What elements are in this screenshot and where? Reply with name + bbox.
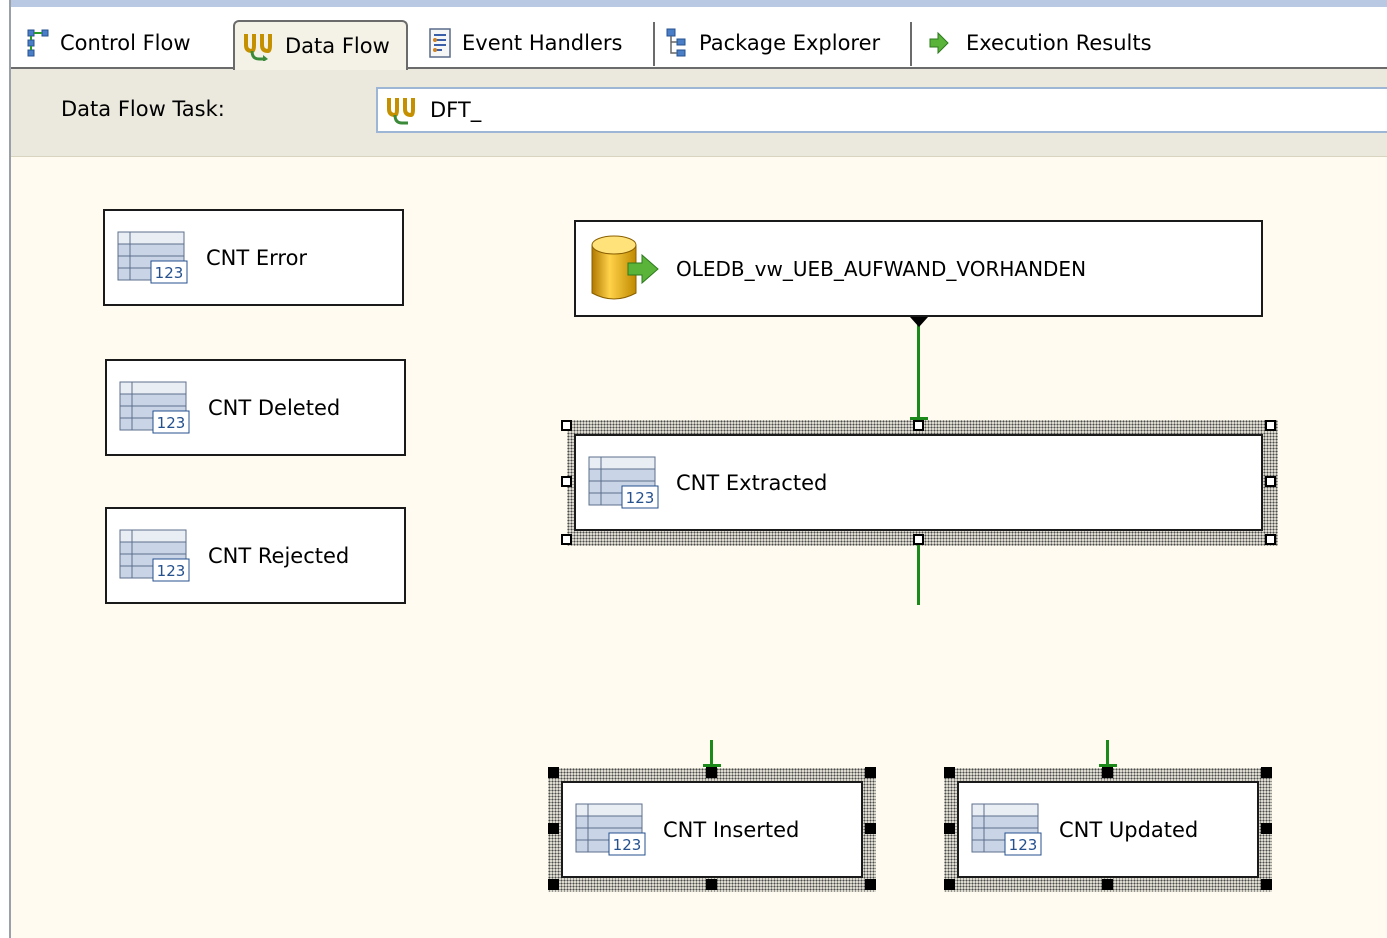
resize-handle[interactable] (865, 767, 876, 778)
tab-package-explorer[interactable]: Package Explorer (665, 20, 880, 66)
svg-text:123: 123 (157, 414, 186, 432)
resize-handle[interactable] (706, 767, 717, 778)
svg-text:123: 123 (626, 489, 655, 507)
data-path-connector[interactable] (917, 545, 920, 605)
package-explorer-icon (666, 28, 686, 57)
data-flow-task-icon (387, 98, 415, 125)
cnt-inserted-component[interactable]: 123 CNT Inserted (561, 781, 863, 878)
cnt-deleted-component[interactable]: 123 CNT Deleted (105, 359, 406, 456)
row-count-icon: 123 (588, 456, 659, 508)
resize-handle[interactable] (706, 879, 717, 890)
cnt-extracted-component[interactable]: 123 CNT Extracted (574, 434, 1263, 531)
cnt-updated-component[interactable]: 123 CNT Updated (957, 781, 1259, 878)
data-flow-task-select[interactable]: DFT_ (376, 87, 1387, 133)
designer-tab-strip: Control Flow Data Flow Event Handlers Pa… (11, 0, 1387, 70)
component-label: CNT Deleted (208, 395, 341, 420)
data-flow-task-value: DFT_ (430, 98, 482, 122)
resize-handle[interactable] (1261, 879, 1272, 890)
row-count-icon: 123 (575, 803, 646, 855)
resize-handle[interactable] (865, 879, 876, 890)
resize-handle[interactable] (944, 879, 955, 890)
resize-handle[interactable] (1261, 767, 1272, 778)
row-count-icon: 123 (117, 231, 188, 283)
resize-handle[interactable] (1265, 476, 1276, 487)
resize-handle[interactable] (1265, 534, 1276, 545)
execution-results-icon (929, 31, 949, 55)
resize-handle[interactable] (913, 534, 924, 545)
resize-handle[interactable] (944, 823, 955, 834)
svg-text:123: 123 (1009, 836, 1038, 854)
data-path-connector[interactable] (917, 323, 920, 420)
tab-data-flow[interactable]: Data Flow (233, 20, 408, 70)
resize-handle[interactable] (548, 879, 559, 890)
resize-handle[interactable] (561, 476, 572, 487)
tab-control-flow[interactable]: Control Flow (26, 20, 191, 66)
row-count-icon: 123 (119, 381, 190, 433)
control-flow-icon (27, 29, 49, 57)
component-label: CNT Updated (1059, 817, 1199, 842)
tab-label: Execution Results (966, 31, 1152, 55)
resize-handle[interactable] (865, 823, 876, 834)
component-label: CNT Extracted (676, 470, 828, 495)
resize-handle[interactable] (548, 823, 559, 834)
tab-separator (653, 22, 655, 66)
resize-handle[interactable] (548, 767, 559, 778)
resize-handle[interactable] (1261, 823, 1272, 834)
data-flow-task-bar: Data Flow Task: DFT_ (11, 69, 1387, 157)
resize-handle[interactable] (1102, 879, 1113, 890)
data-flow-task-label: Data Flow Task: (61, 97, 225, 121)
event-handlers-icon (429, 28, 451, 58)
data-flow-icon (244, 34, 272, 61)
data-flow-design-surface[interactable]: 123 CNT Error 123 CNT Deleted 123 CNT Re… (11, 156, 1387, 938)
component-label: CNT Inserted (663, 817, 800, 842)
svg-text:123: 123 (613, 836, 642, 854)
resize-handle[interactable] (561, 534, 572, 545)
tab-label: Control Flow (60, 31, 191, 55)
output-anchor-icon (910, 317, 928, 327)
input-path-stub (710, 740, 713, 766)
tab-label: Package Explorer (699, 31, 881, 55)
svg-text:123: 123 (155, 264, 184, 282)
tab-label: Data Flow (285, 34, 390, 58)
cnt-rejected-component[interactable]: 123 CNT Rejected (105, 507, 406, 604)
tab-event-handlers[interactable]: Event Handlers (428, 20, 622, 66)
row-count-icon: 123 (971, 803, 1042, 855)
resize-handle[interactable] (1102, 767, 1113, 778)
component-label: OLEDB_vw_UEB_AUFWAND_VORHANDEN (676, 256, 1087, 281)
row-count-icon: 123 (119, 529, 190, 581)
component-label: CNT Rejected (208, 543, 350, 568)
tab-label: Event Handlers (462, 31, 623, 55)
resize-handle[interactable] (944, 767, 955, 778)
oledb-source-icon (591, 235, 659, 299)
window-frame-left (0, 0, 11, 938)
resize-handle[interactable] (913, 420, 924, 431)
component-label: CNT Error (206, 245, 308, 270)
tab-execution-results[interactable]: Execution Results (926, 20, 1152, 66)
oledb-source-component[interactable]: OLEDB_vw_UEB_AUFWAND_VORHANDEN (574, 220, 1263, 317)
resize-handle[interactable] (1265, 420, 1276, 431)
cnt-error-component[interactable]: 123 CNT Error (103, 209, 404, 306)
resize-handle[interactable] (561, 420, 572, 431)
tab-separator (910, 22, 912, 66)
input-path-stub (1106, 740, 1109, 766)
svg-text:123: 123 (157, 562, 186, 580)
